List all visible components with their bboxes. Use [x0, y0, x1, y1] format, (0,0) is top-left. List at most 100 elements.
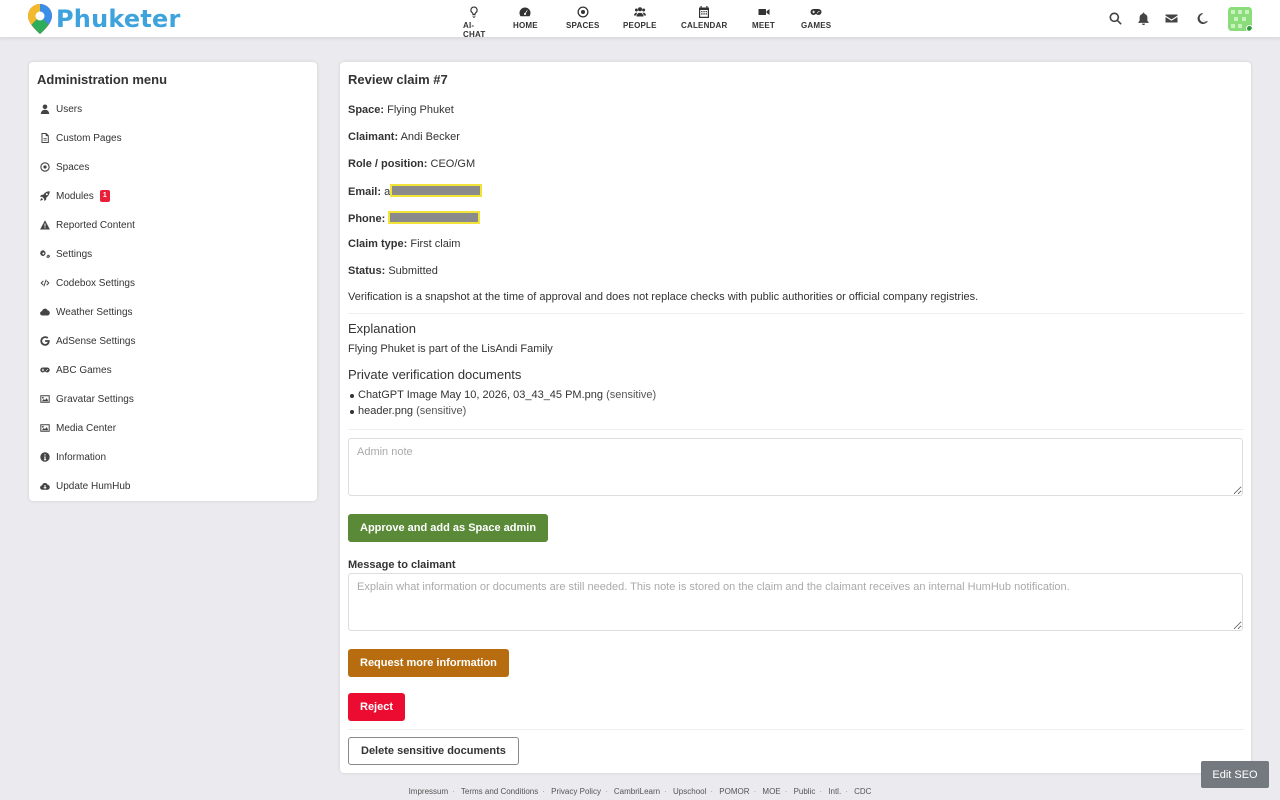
document-name: header.png — [358, 405, 414, 417]
status-label: Status: — [348, 265, 386, 277]
admin-note-field[interactable] — [348, 438, 1243, 496]
role-row: Role / position: CEO/GM — [348, 158, 475, 170]
sidebar-item-label: Media Center — [56, 422, 117, 434]
explanation-text: Flying Phuket is part of the LisAndi Fam… — [348, 343, 553, 355]
sensitive-tag: (sensitive) — [606, 389, 657, 401]
claim-type-value: First claim — [410, 238, 461, 250]
delete-sensitive-documents-button[interactable]: Delete sensitive documents — [348, 737, 519, 765]
message-to-claimant-label: Message to claimant — [348, 559, 456, 571]
sidebar-item-label: ABC Games — [56, 364, 112, 376]
review-claim-panel: Review claim #7 Space: Flying Phuket Cla… — [340, 62, 1251, 773]
space-label: Space: — [348, 104, 385, 116]
phone-row: Phone: — [348, 211, 481, 225]
bell-icon — [1138, 12, 1149, 26]
top-right-actions — [0, 0, 1280, 38]
gamepad-icon — [40, 365, 50, 375]
divider — [348, 313, 1244, 314]
sidebar-item-label: Custom Pages — [56, 132, 122, 144]
email-row: Email: a — [348, 184, 483, 198]
sidebar-item-gravatar-settings[interactable]: Gravatar Settings — [40, 390, 134, 408]
footer-links: Impressum · Terms and Conditions · Privacy… — [408, 787, 872, 796]
footer-link[interactable]: Impressum — [409, 787, 449, 796]
sidebar-item-label: Information — [56, 451, 107, 463]
notifications-button[interactable] — [1137, 12, 1150, 26]
footer-link[interactable]: CDC — [854, 787, 871, 796]
status-row: Status: Submitted — [348, 265, 438, 277]
space-row: Space: Flying Phuket — [348, 104, 454, 116]
cloud-download-icon — [40, 481, 50, 491]
sidebar-item-label: Users — [56, 103, 83, 115]
document-link[interactable]: ChatGPT Image May 10, 2026, 03_43_45 PM.… — [349, 389, 657, 401]
document-name: ChatGPT Image May 10, 2026, 03_43_45 PM.… — [358, 389, 604, 401]
dot-circle-icon — [40, 162, 50, 172]
admin-sidebar: Administration menu Users Custom Pages S… — [29, 62, 317, 501]
footer-link[interactable]: POMOR — [719, 787, 749, 796]
sidebar-item-spaces[interactable]: Spaces — [40, 158, 89, 176]
sidebar-item-label: AdSense Settings — [56, 335, 136, 347]
explanation-heading: Explanation — [348, 321, 416, 336]
footer-link[interactable]: Privacy Policy — [551, 787, 601, 796]
footer-link[interactable]: Upschool — [673, 787, 706, 796]
top-navbar: Phuketer AI-CHAT HOME SPACES PEOPLE CALE… — [0, 0, 1280, 39]
sidebar-item-information[interactable]: Information — [40, 448, 106, 466]
modules-count-badge: 1 — [99, 190, 110, 202]
email-label: Email: — [348, 186, 382, 198]
warning-icon — [40, 220, 50, 230]
divider — [348, 729, 1244, 730]
google-icon — [40, 336, 50, 346]
info-icon — [40, 452, 50, 462]
sidebar-item-label: Settings — [56, 248, 93, 260]
avatar[interactable] — [1228, 7, 1252, 31]
role-label: Role / position: — [348, 158, 428, 170]
sidebar-item-label: Gravatar Settings — [56, 393, 134, 405]
claimant-label: Claimant: — [348, 131, 399, 143]
sidebar-item-abc-games[interactable]: ABC Games — [40, 361, 112, 379]
approve-button[interactable]: Approve and add as Space admin — [348, 514, 549, 542]
moon-icon — [1197, 12, 1208, 24]
sidebar-item-weather-settings[interactable]: Weather Settings — [40, 303, 133, 321]
footer-link[interactable]: Public — [794, 787, 816, 796]
sidebar-item-users[interactable]: Users — [40, 100, 82, 118]
online-status-dot — [1246, 25, 1252, 31]
role-value: CEO/GM — [430, 158, 476, 170]
search-button[interactable] — [1109, 12, 1122, 25]
sidebar-item-adsense-settings[interactable]: AdSense Settings — [40, 332, 136, 350]
claimant-row: Claimant: Andi Becker — [348, 131, 460, 143]
footer-link[interactable]: MOE — [762, 787, 780, 796]
sidebar-item-update-humhub[interactable]: Update HumHub — [40, 477, 130, 495]
sidebar-item-reported-content[interactable]: Reported Content — [40, 216, 135, 234]
sidebar-item-media-center[interactable]: Media Center — [40, 419, 116, 437]
divider — [348, 429, 1244, 430]
phone-redaction — [388, 211, 481, 224]
claim-type-row: Claim type: First claim — [348, 238, 460, 250]
sidebar-item-settings[interactable]: Settings — [40, 245, 92, 263]
rocket-icon — [40, 191, 50, 201]
image-icon — [40, 394, 50, 404]
sidebar-title: Administration menu — [37, 72, 168, 87]
code-icon — [40, 278, 50, 288]
sidebar-item-custom-pages[interactable]: Custom Pages — [40, 129, 122, 147]
footer-link[interactable]: CambriLearn — [614, 787, 660, 796]
cloud-icon — [40, 307, 50, 317]
footer-link[interactable]: Terms and Conditions — [461, 787, 538, 796]
claimant-value: Andi Becker — [400, 131, 460, 143]
document-link[interactable]: header.png (sensitive) — [349, 405, 467, 417]
footer-link[interactable]: Intl. — [828, 787, 841, 796]
dark-mode-toggle[interactable] — [1196, 12, 1209, 25]
sidebar-item-modules[interactable]: Modules 1 — [40, 187, 110, 205]
reject-button[interactable]: Reject — [348, 693, 406, 721]
claim-type-label: Claim type: — [348, 238, 408, 250]
envelope-icon — [1165, 14, 1178, 23]
verification-disclaimer: Verification is a snapshot at the time o… — [348, 291, 979, 303]
sidebar-item-label: Codebox Settings — [56, 277, 135, 289]
image-icon — [40, 423, 50, 433]
messages-button[interactable] — [1165, 12, 1178, 25]
edit-seo-button[interactable]: Edit SEO — [1201, 761, 1269, 788]
sidebar-item-codebox-settings[interactable]: Codebox Settings — [40, 274, 135, 292]
message-to-claimant-field[interactable] — [348, 573, 1243, 631]
user-icon — [40, 104, 50, 114]
request-more-info-button[interactable]: Request more information — [348, 649, 509, 677]
space-value: Flying Phuket — [387, 104, 454, 116]
sidebar-item-label: Weather Settings — [56, 306, 133, 318]
sensitive-tag: (sensitive) — [416, 405, 467, 417]
